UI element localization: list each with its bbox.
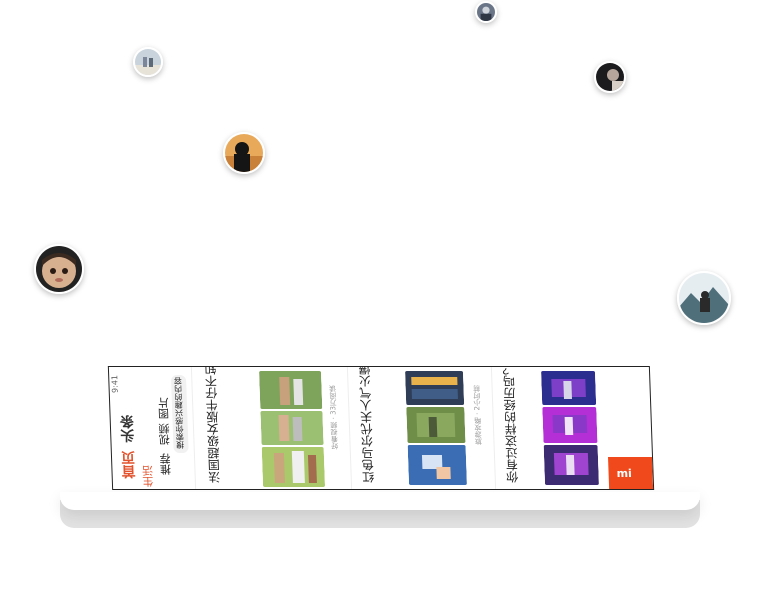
feed-item-1-meta: 好看视频 · 33万阅读 [328, 385, 339, 450]
feed-item-1-thumb-3 [261, 447, 326, 487]
tab-home[interactable]: 首页 [121, 451, 138, 479]
subtab-recommend[interactable]: 推荐 [159, 453, 173, 475]
feed-item-2-thumb-3 [407, 445, 467, 485]
subtab-image[interactable]: 图片 [157, 397, 171, 419]
search-input[interactable]: 搜索你感兴趣的内容 [171, 375, 189, 453]
feed-item-1-thumb-1 [259, 371, 323, 409]
platform-top [60, 492, 700, 510]
status-time: 9:41 [110, 375, 120, 393]
feed-item-1-title: 法国超级女版牛仔不知名的小姐姐们的日常生活太有意思了 [197, 366, 222, 483]
avatar-mountain [677, 271, 731, 325]
phone-screen: 首页 头条 生活 推荐 视频 图片 搜索你感兴趣的内容 9:41 法国超级女版牛… [107, 366, 655, 490]
feed-item-2[interactable]: 红色马尔代夫人气火爆 游客也越来越多 这里适合度假 旅游攻略 · 2小时前 [352, 366, 497, 490]
feed-item-1[interactable]: 法国超级女版牛仔不知名的小姐姐们的日常生活太有意思了 好看视频 · 33万阅读 [197, 366, 353, 490]
feed-item-2-title: 红色马尔代夫人气火爆 游客也越来越多 这里适合度假 [352, 366, 376, 483]
feed-item-1-thumb-2 [260, 411, 324, 445]
feed-item-2-thumb-1 [405, 371, 465, 405]
avatar-top-small [475, 1, 497, 23]
feed-item-3-thumb-1 [541, 371, 597, 405]
avatar-woman-dark [594, 61, 626, 93]
feed-item-3-thumb-2 [542, 407, 598, 443]
avatar-child [34, 244, 84, 294]
feed-item-3-thumb-3 [543, 445, 599, 485]
feed-item-3-title: 你有过这样的经历吗？ 真的太真实了 [499, 366, 520, 483]
bottom-app-button-label: mi [616, 467, 633, 480]
bottom-app-button[interactable]: mi [608, 457, 654, 489]
avatar-beach [133, 47, 163, 77]
tab-headline[interactable]: 头条 [120, 415, 137, 443]
sidebar: 首页 头条 生活 推荐 视频 图片 搜索你感兴趣的内容 9:41 [108, 367, 197, 489]
avatar-silhouette [223, 132, 265, 174]
tab-life[interactable]: 生活 [141, 465, 155, 487]
feed-item-2-meta: 旅游攻略 · 2小时前 [472, 385, 483, 446]
feed-item-3[interactable]: 你有过这样的经历吗？ 真的太真实了 [497, 366, 609, 490]
feed-item-2-thumb-2 [406, 407, 466, 443]
subtab-video[interactable]: 视频 [158, 423, 172, 445]
